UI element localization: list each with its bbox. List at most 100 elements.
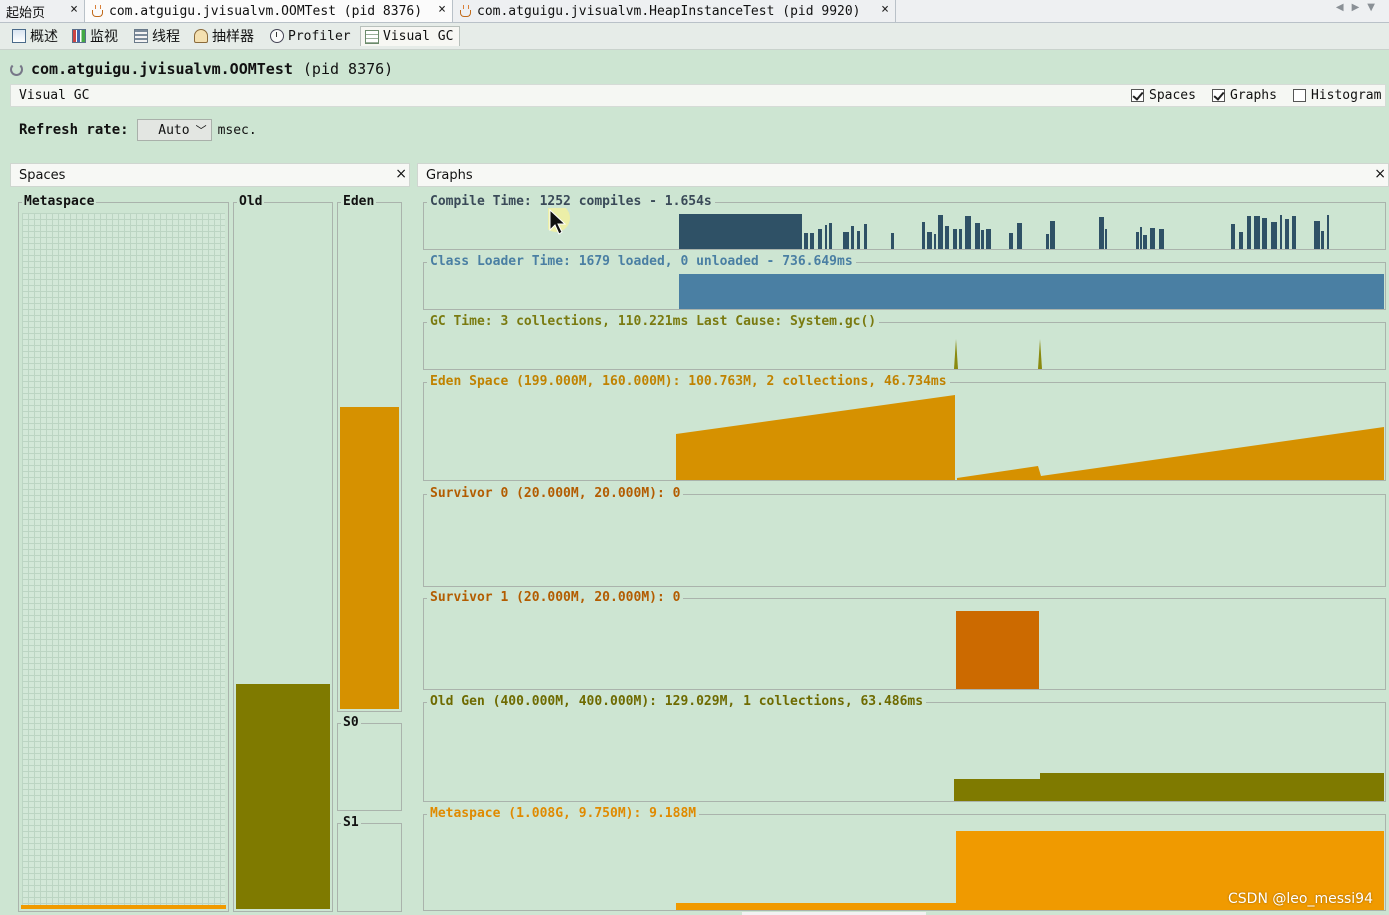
spaces-panel-title: Spaces	[19, 168, 66, 183]
refresh-rate-label: Refresh rate:	[19, 122, 129, 138]
compile-activity-bar	[857, 231, 860, 249]
old-gen-graph: Old Gen (400.000M, 400.000M): 129.029M, …	[423, 693, 1386, 802]
tab-label: com.atguigu.jvisualvm.HeapInstanceTest (…	[477, 3, 861, 19]
metaspace-fill	[21, 905, 226, 909]
compile-activity-bar	[1292, 216, 1296, 249]
compile-activity-bar	[975, 223, 980, 249]
checkbox-checked-icon[interactable]	[1131, 89, 1144, 102]
threads-icon	[134, 29, 148, 43]
eden-label: Eden	[341, 194, 377, 210]
close-icon[interactable]: ×	[438, 2, 446, 17]
tab-monitor-label: 监视	[90, 29, 118, 45]
tab-threads-label: 线程	[152, 29, 180, 45]
compile-activity-bar	[981, 230, 984, 249]
compile-activity-bar	[818, 229, 822, 249]
java-cup-icon	[459, 5, 472, 17]
refresh-rate-value: Auto	[158, 122, 190, 138]
compile-activity-bar	[1280, 215, 1282, 249]
compile-activity-bar	[1285, 219, 1289, 249]
compile-activity-bar	[927, 232, 932, 249]
graphs-checkbox-label: Graphs	[1230, 88, 1277, 103]
survivor-1-plot	[956, 611, 1039, 689]
compile-activity-bar	[1231, 224, 1235, 249]
metaspace-space: Metaspace	[18, 194, 229, 912]
old-fill	[236, 684, 330, 909]
old-gen-label: Old Gen (400.000M, 400.000M): 129.029M, …	[427, 693, 927, 711]
graphs-checkbox[interactable]: Graphs	[1212, 88, 1277, 103]
histogram-checkbox-label: Histogram	[1311, 88, 1382, 103]
checkbox-checked-icon[interactable]	[1212, 89, 1225, 102]
compile-activity-bar	[1143, 235, 1147, 249]
compile-activity-bar	[1159, 229, 1164, 249]
compile-activity-bar	[1327, 215, 1329, 249]
document-tab-bar: 起始页 × com.atguigu.jvisualvm.OOMTest (pid…	[0, 0, 1389, 23]
graphs-panel-title: Graphs	[426, 168, 473, 183]
survivor-1-graph: Survivor 1 (20.000M, 20.000M): 0	[423, 589, 1386, 690]
tab-overview[interactable]: 概述	[8, 26, 62, 46]
tab-threads[interactable]: 线程	[130, 26, 184, 46]
eden-space-label: Eden Space (199.000M, 160.000M): 100.763…	[427, 373, 950, 391]
tab-visual-gc[interactable]: Visual GC	[360, 26, 460, 46]
eden-space-graph: Eden Space (199.000M, 160.000M): 100.763…	[423, 373, 1386, 481]
tab-scroll-arrows-icon[interactable]: ◀▶▼	[1336, 2, 1383, 13]
old-label: Old	[237, 194, 265, 210]
watermark-text: CSDN @leo_messi94	[1228, 891, 1373, 907]
tab-monitor[interactable]: 监视	[68, 26, 122, 46]
tab-profiler[interactable]: Profiler	[266, 26, 355, 46]
refresh-rate-select[interactable]: Auto ﹀	[136, 119, 212, 141]
compile-activity-bar	[1136, 232, 1139, 249]
checkbox-unchecked-icon[interactable]	[1293, 89, 1306, 102]
s1-space: S1	[337, 815, 402, 912]
compile-activity-bar	[1140, 227, 1142, 249]
compile-activity-bar	[1271, 222, 1277, 249]
metaspace-usage-area	[676, 903, 956, 910]
close-icon[interactable]: ×	[1374, 166, 1386, 182]
compile-activity-bar	[864, 224, 867, 249]
eden-fill	[340, 407, 399, 709]
compile-activity-bar	[810, 233, 814, 249]
gc-time-label: GC Time: 3 collections, 110.221ms Last C…	[427, 313, 880, 331]
eden-space: Eden	[337, 194, 402, 712]
s0-space: S0	[337, 715, 402, 811]
compile-activity-bar	[953, 229, 957, 249]
app-name: com.atguigu.jvisualvm.OOMTest	[31, 60, 293, 78]
tab-sampler[interactable]: 抽样器	[190, 26, 258, 46]
visual-gc-title: Visual GC	[19, 88, 90, 103]
spaces-panel-header: Spaces ×	[10, 163, 410, 187]
compile-activity-bar	[965, 216, 971, 249]
compile-activity-bar	[1321, 231, 1324, 249]
histogram-checkbox[interactable]: Histogram	[1293, 88, 1381, 103]
close-icon[interactable]: ×	[395, 166, 407, 182]
tab-start-page[interactable]: 起始页 ×	[0, 0, 85, 22]
close-icon[interactable]: ×	[881, 2, 889, 17]
compile-activity-bar	[959, 229, 962, 249]
tab-overview-label: 概述	[30, 29, 58, 45]
s0-label: S0	[341, 715, 361, 731]
tab-oomtest[interactable]: com.atguigu.jvisualvm.OOMTest (pid 8376)…	[85, 0, 453, 22]
gc-spike	[954, 339, 958, 369]
compile-activity-bar	[1046, 234, 1049, 249]
profiler-clock-icon	[270, 29, 284, 43]
spaces-checkbox-label: Spaces	[1149, 88, 1196, 103]
tab-label: com.atguigu.jvisualvm.OOMTest (pid 8376)	[109, 3, 423, 19]
monitor-icon	[72, 29, 86, 43]
tab-heapinstancetest[interactable]: com.atguigu.jvisualvm.HeapInstanceTest (…	[453, 0, 896, 22]
compile-activity-bar	[1262, 218, 1267, 249]
compile-activity-bar	[934, 234, 936, 249]
metaspace-label: Metaspace	[22, 194, 97, 210]
compile-activity-bar	[945, 226, 949, 249]
spaces-checkbox[interactable]: Spaces	[1131, 88, 1196, 103]
class-loader-area	[679, 274, 1384, 309]
survivor-1-label: Survivor 1 (20.000M, 20.000M): 0	[427, 589, 684, 607]
visual-gc-icon	[365, 29, 379, 44]
compile-activity-bar	[804, 233, 808, 249]
compile-activity-bar	[1099, 217, 1104, 249]
refresh-rate-unit: msec.	[217, 122, 257, 138]
close-icon[interactable]: ×	[70, 2, 78, 17]
compile-activity-bar	[1050, 221, 1055, 249]
chevron-down-icon: ﹀	[195, 124, 207, 137]
compile-activity-bar	[825, 225, 827, 249]
tab-profiler-label: Profiler	[288, 28, 351, 44]
s1-label: S1	[341, 815, 361, 831]
eden-usage-area	[957, 427, 1384, 480]
